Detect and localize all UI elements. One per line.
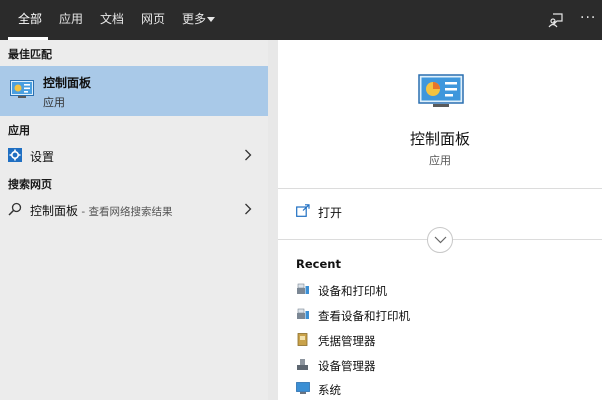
recent-header: Recent [296,257,341,271]
search-icon [8,202,22,216]
chevron-down-icon [434,236,447,244]
recent-item-label: 查看设备和打印机 [318,309,410,323]
open-icon [296,204,310,217]
feedback-icon[interactable] [548,12,564,28]
recent-item-label: 设备管理器 [318,359,376,373]
chevron-right-icon[interactable] [244,203,252,215]
search-filter-bar: 全部 应用 文档 网页 更多 ··· [0,0,602,40]
recent-item-label: 设备和打印机 [318,284,387,298]
settings-result[interactable]: 设置 [30,148,54,165]
recent-item-label: 系统 [318,383,341,397]
best-match-title: 控制面板 [43,76,92,90]
control-panel-icon [10,80,34,98]
credential-icon [297,333,308,346]
printer-icon [297,308,309,319]
web-search-result[interactable]: 控制面板 - 查看网络搜索结果 [30,202,172,219]
open-action[interactable]: 打开 [318,204,342,221]
chevron-down-icon[interactable] [206,16,216,24]
printer-icon [297,283,309,294]
web-search-note: - 查看网络搜索结果 [78,206,173,218]
divider [278,188,602,189]
expand-button[interactable] [427,227,453,253]
recent-item-credential-manager[interactable]: 凭据管理器 [296,331,596,351]
web-search-header: 搜索网页 [8,178,52,191]
chevron-right-icon[interactable] [244,149,252,161]
recent-item-view-devices-printers[interactable]: 查看设备和打印机 [296,306,596,326]
web-search-query: 控制面板 [30,204,79,218]
tab-more[interactable]: 更多 [182,0,206,40]
recent-item-label: 凭据管理器 [318,334,376,348]
tab-web[interactable]: 网页 [141,0,165,40]
recent-item-device-manager[interactable]: 设备管理器 [296,356,596,376]
best-match-header: 最佳匹配 [8,48,52,61]
tab-apps[interactable]: 应用 [59,0,83,40]
best-match-item[interactable] [0,66,268,116]
settings-gear-icon [8,148,22,162]
preview-subtitle: 应用 [429,154,451,167]
more-options-icon[interactable]: ··· [580,10,596,26]
apps-header: 应用 [8,124,30,137]
system-icon [296,382,310,394]
recent-item-system[interactable]: 系统 [296,380,596,400]
control-panel-icon [418,74,464,107]
tab-documents[interactable]: 文档 [100,0,124,40]
tab-all[interactable]: 全部 [18,0,42,40]
device-manager-icon [297,359,308,370]
preview-title: 控制面板 [409,130,470,148]
best-match-subtitle: 应用 [43,96,65,109]
recent-item-devices-printers[interactable]: 设备和打印机 [296,281,596,301]
